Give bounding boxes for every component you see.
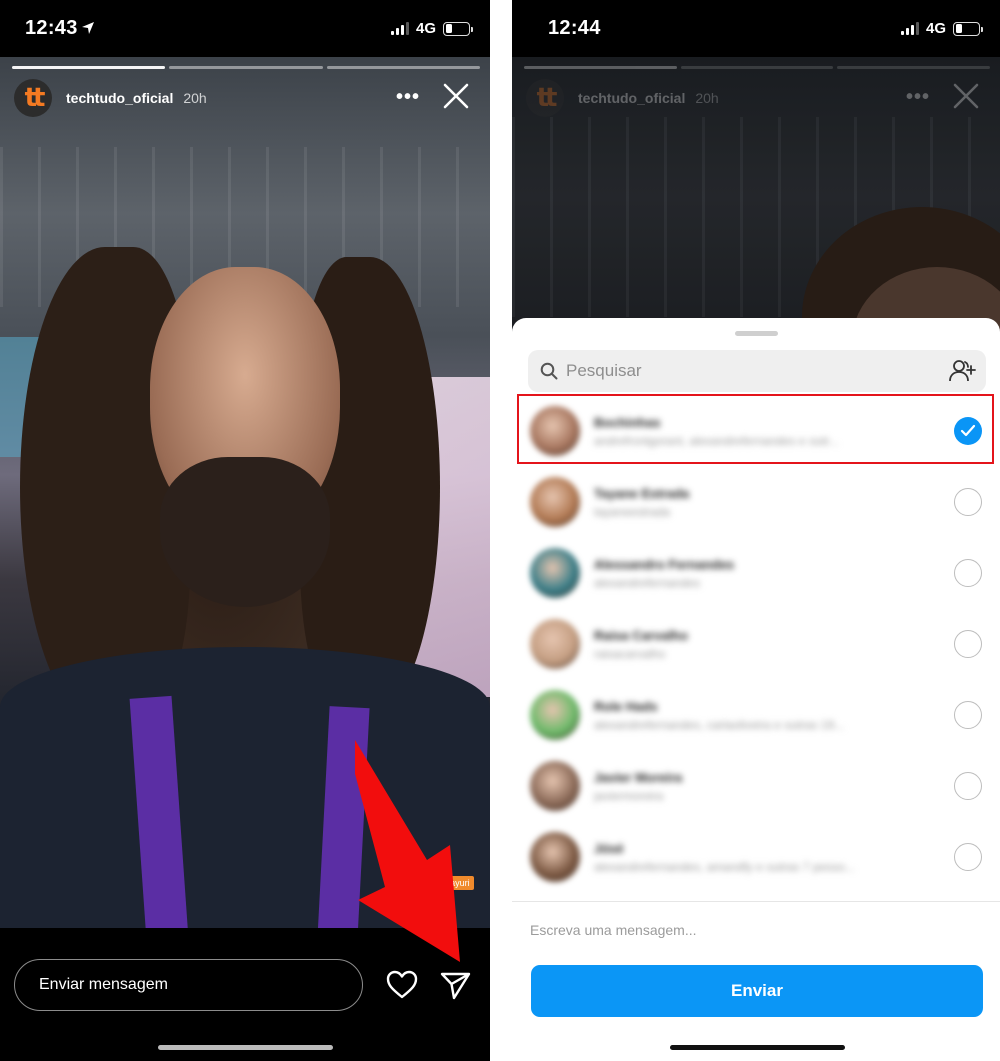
contact-avatar — [530, 619, 580, 669]
contact-name: Jósé — [594, 841, 624, 856]
story-progress-bar — [524, 66, 991, 69]
left-phone-screen: 12:43 4G @hildebrayuri tt techtudo_ofici… — [0, 0, 490, 1061]
contact-avatar — [530, 690, 580, 740]
add-people-icon[interactable] — [948, 358, 978, 384]
progress-segment — [169, 66, 323, 69]
status-indicators: 4G — [900, 20, 983, 37]
story-progress-bar — [12, 66, 480, 69]
progress-segment — [326, 66, 480, 69]
contact-subtitle: andrefrontgorant, alexandrefernandes e o… — [594, 434, 839, 448]
contact-name: Role Hads — [594, 699, 658, 714]
story-header: tt techtudo_oficial 20h ••• — [14, 78, 480, 118]
contact-subtitle: javiermoreira — [594, 789, 664, 803]
battery-icon — [443, 21, 473, 36]
select-radio[interactable] — [954, 630, 982, 658]
search-bar[interactable] — [528, 350, 986, 392]
contact-text: Raisa Carvalho raisacarvalho — [594, 628, 934, 661]
contact-subtitle: tayaneestrada — [594, 505, 671, 519]
contact-name: Raisa Carvalho — [594, 628, 688, 643]
story-avatar: tt — [526, 79, 564, 117]
contact-row[interactable]: Alessandro Fernandes alexandrefernandes — [512, 538, 1000, 609]
progress-segment — [524, 66, 677, 69]
status-bar: 12:43 4G — [0, 0, 490, 58]
home-indicator — [670, 1045, 845, 1050]
contact-name: Tayane Estrada — [594, 486, 690, 501]
story-avatar[interactable]: tt — [14, 79, 52, 117]
status-bar: 12:44 4G — [512, 0, 1000, 58]
contact-text: Bochinhas andrefrontgorant, alexandrefern… — [594, 415, 934, 448]
contact-row[interactable]: Javier Moreira javiermoreira — [512, 751, 1000, 822]
contact-name: Alessandro Fernandes — [594, 557, 735, 572]
heart-icon[interactable] — [386, 970, 418, 1000]
contact-subtitle: raisacarvalho — [594, 647, 666, 661]
progress-segment — [680, 66, 834, 69]
contact-avatar — [530, 406, 580, 456]
contact-subtitle: alexandrefernandes, amandfy e outras 7 p… — [594, 860, 855, 874]
select-radio[interactable] — [954, 843, 982, 871]
right-phone-screen: 12:44 4G tt techtudo_oficial 20h ••• Pes… — [512, 0, 1000, 1061]
contact-text: Javier Moreira javiermoreira — [594, 770, 934, 803]
story-age: 20h — [695, 90, 719, 106]
progress-segment — [12, 66, 166, 69]
contact-avatar — [530, 548, 580, 598]
contact-row[interactable]: Role Hads alexandrefernandes, carlaolivei… — [512, 680, 1000, 751]
contact-row[interactable]: Bochinhas andrefrontgorant, alexandrefern… — [512, 396, 1000, 467]
contact-row[interactable]: Jósé alexandrefernandes, amandfy e outras… — [512, 822, 1000, 893]
signal-icon — [390, 22, 409, 35]
contact-list: Bochinhas andrefrontgorant, alexandrefern… — [512, 396, 1000, 893]
checkmark-icon — [960, 424, 976, 437]
contact-name: Javier Moreira — [594, 770, 683, 785]
battery-icon — [953, 21, 983, 36]
status-time: 12:43 — [25, 17, 78, 39]
send-share-icon[interactable] — [440, 971, 472, 1001]
select-radio[interactable] — [954, 772, 982, 800]
red-arrow-annotation-icon — [355, 740, 460, 962]
contact-text: Role Hads alexandrefernandes, carlaolivei… — [594, 699, 934, 732]
story-username: techtudo_oficial — [578, 90, 686, 106]
share-sheet: Bochinhas andrefrontgorant, alexandrefern… — [512, 318, 1000, 1061]
home-indicator — [158, 1045, 333, 1050]
send-button[interactable]: Enviar — [531, 965, 983, 1017]
story-header: tt techtudo_oficial 20h ••• — [526, 78, 990, 118]
story-age: 20h — [183, 90, 207, 106]
contact-text: Tayane Estrada tayaneestrada — [594, 486, 934, 519]
reply-placeholder: Enviar mensagem — [39, 976, 168, 993]
progress-segment — [837, 66, 991, 69]
location-arrow-icon — [82, 22, 94, 34]
search-input[interactable] — [566, 361, 948, 381]
contact-subtitle: alexandrefernandes, carlaoliveira e outr… — [594, 718, 845, 732]
select-radio[interactable] — [954, 559, 982, 587]
reply-message-field[interactable]: Enviar mensagem — [14, 959, 363, 1011]
contact-text: Jósé alexandrefernandes, amandfy e outras… — [594, 841, 934, 874]
search-icon — [540, 362, 558, 380]
divider — [512, 901, 1000, 902]
select-radio[interactable] — [954, 417, 982, 445]
contact-name: Bochinhas — [594, 415, 661, 430]
status-time: 12:44 — [548, 17, 601, 39]
select-radio[interactable] — [954, 701, 982, 729]
contact-row[interactable]: Tayane Estrada tayaneestrada — [512, 467, 1000, 538]
more-options-icon: ••• — [905, 86, 930, 108]
contact-row[interactable]: Raisa Carvalho raisacarvalho — [512, 609, 1000, 680]
more-options-icon[interactable]: ••• — [396, 86, 420, 109]
signal-icon — [900, 22, 919, 35]
select-radio[interactable] — [954, 488, 982, 516]
contact-avatar — [530, 832, 580, 882]
contact-text: Alessandro Fernandes alexandrefernandes — [594, 557, 934, 590]
story-username[interactable]: techtudo_oficial — [66, 90, 173, 106]
contact-avatar — [530, 477, 580, 527]
message-input[interactable] — [530, 922, 980, 938]
sheet-grabber[interactable] — [735, 331, 778, 336]
status-indicators: 4G — [390, 20, 473, 37]
close-icon — [953, 83, 979, 109]
network-label: 4G — [415, 20, 436, 37]
close-icon[interactable] — [442, 82, 470, 110]
contact-avatar — [530, 761, 580, 811]
contact-subtitle: alexandrefernandes — [594, 576, 701, 590]
network-label: 4G — [925, 20, 946, 37]
